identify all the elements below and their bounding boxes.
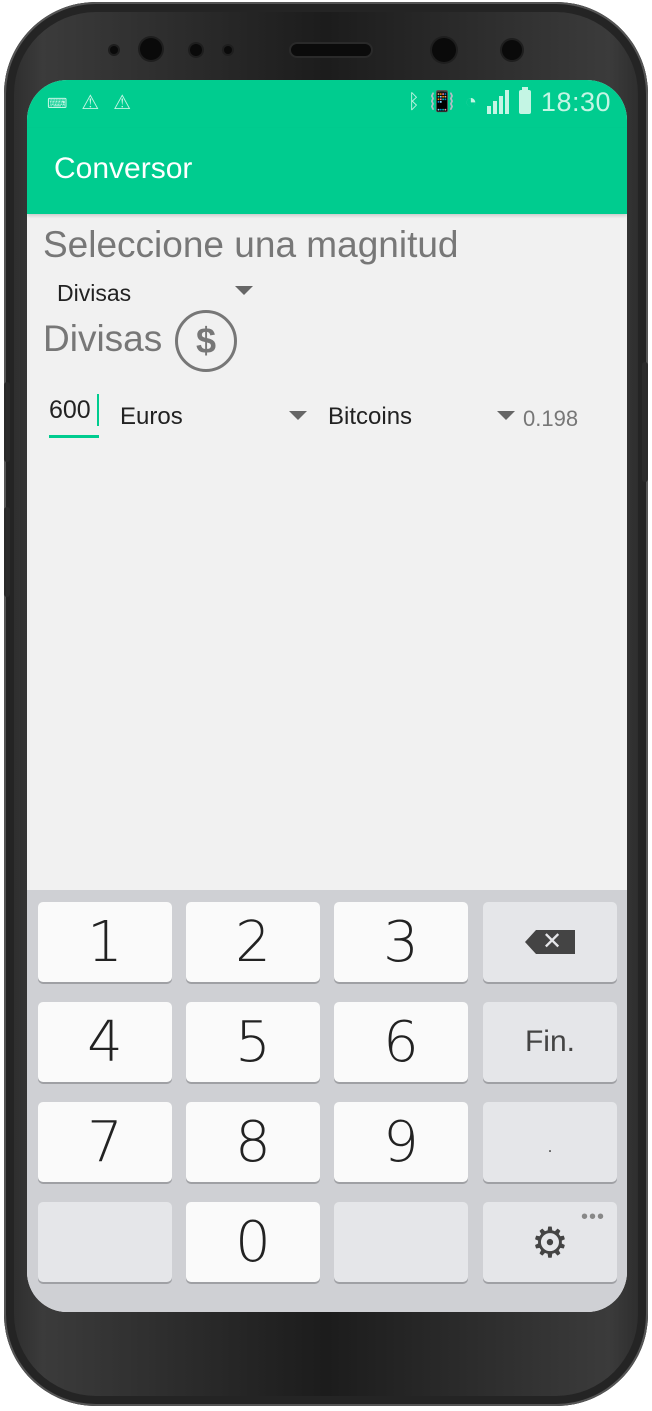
earpiece-speaker bbox=[291, 44, 371, 56]
chevron-down-icon bbox=[497, 411, 515, 420]
chevron-down-icon bbox=[235, 286, 253, 295]
status-bar: ⌨ ⚠ ⚠ ᛒ 📳 ◔ 18:30 bbox=[27, 80, 627, 128]
vibrate-icon: 📳 bbox=[429, 91, 455, 113]
volume-button bbox=[4, 382, 10, 462]
amount-input[interactable]: 600 bbox=[49, 396, 99, 438]
conversion-result: 0.198 bbox=[523, 406, 579, 431]
power-button bbox=[642, 362, 648, 482]
key-2[interactable]: 2 bbox=[186, 902, 320, 982]
key-4[interactable]: 4 bbox=[38, 1002, 172, 1082]
more-options-indicator: ••• bbox=[580, 1204, 605, 1228]
section-title: Divisas bbox=[43, 318, 163, 359]
iris-camera bbox=[432, 38, 456, 62]
to-unit-value: Bitcoins bbox=[328, 403, 413, 430]
bluetooth-icon: ᛒ bbox=[407, 91, 420, 113]
key-3[interactable]: 3 bbox=[334, 902, 468, 982]
keyboard-icon: ⌨ bbox=[47, 95, 68, 111]
key-1[interactable]: 1 bbox=[38, 902, 172, 982]
key-8[interactable]: 8 bbox=[186, 1102, 320, 1182]
backspace-icon: ✕ bbox=[525, 930, 575, 954]
key-9[interactable]: 9 bbox=[334, 1102, 468, 1182]
settings-key[interactable]: ⚙ ••• bbox=[483, 1202, 617, 1282]
done-key[interactable]: Fin. bbox=[483, 1002, 617, 1082]
key-0[interactable]: 0 bbox=[186, 1202, 320, 1282]
blank-key-right bbox=[334, 1202, 468, 1282]
dollar-icon: $ bbox=[175, 310, 237, 372]
text-cursor bbox=[97, 394, 99, 426]
status-clock: 18:30 bbox=[540, 87, 611, 117]
sensor bbox=[224, 46, 232, 54]
sensor bbox=[190, 44, 202, 56]
screen: ⌨ ⚠ ⚠ ᛒ 📳 ◔ 18:30 Conversor Seleccione u… bbox=[27, 80, 627, 1312]
battery-icon bbox=[518, 87, 531, 114]
bixby-button bbox=[4, 507, 10, 597]
from-unit-value: Euros bbox=[120, 403, 183, 430]
signal-icon bbox=[486, 90, 509, 114]
sensor bbox=[110, 46, 118, 54]
key-5[interactable]: 5 bbox=[186, 1002, 320, 1082]
app-bar: Conversor bbox=[27, 128, 627, 214]
iris-sensor bbox=[502, 40, 522, 60]
blank-key-left bbox=[38, 1202, 172, 1282]
key-7[interactable]: 7 bbox=[38, 1102, 172, 1182]
page-heading: Seleccione una magnitud bbox=[43, 224, 459, 265]
front-camera bbox=[140, 38, 162, 60]
warning-icon: ⚠ bbox=[113, 92, 132, 114]
magnitude-selected-value: Divisas bbox=[57, 280, 132, 306]
app-title: Conversor bbox=[54, 152, 193, 185]
key-6[interactable]: 6 bbox=[334, 1002, 468, 1082]
backspace-key[interactable]: ✕ bbox=[483, 902, 617, 982]
numeric-keyboard: 1 2 3 ✕ 4 5 6 Fin. 7 8 9 . 0 ⚙ ••• bbox=[27, 890, 627, 1312]
warning-icon: ⚠ bbox=[81, 92, 100, 114]
decimal-key[interactable]: . bbox=[483, 1102, 617, 1182]
chevron-down-icon bbox=[289, 411, 307, 420]
gear-icon: ⚙ bbox=[531, 1217, 569, 1267]
wifi-icon: ◔ bbox=[464, 91, 477, 113]
